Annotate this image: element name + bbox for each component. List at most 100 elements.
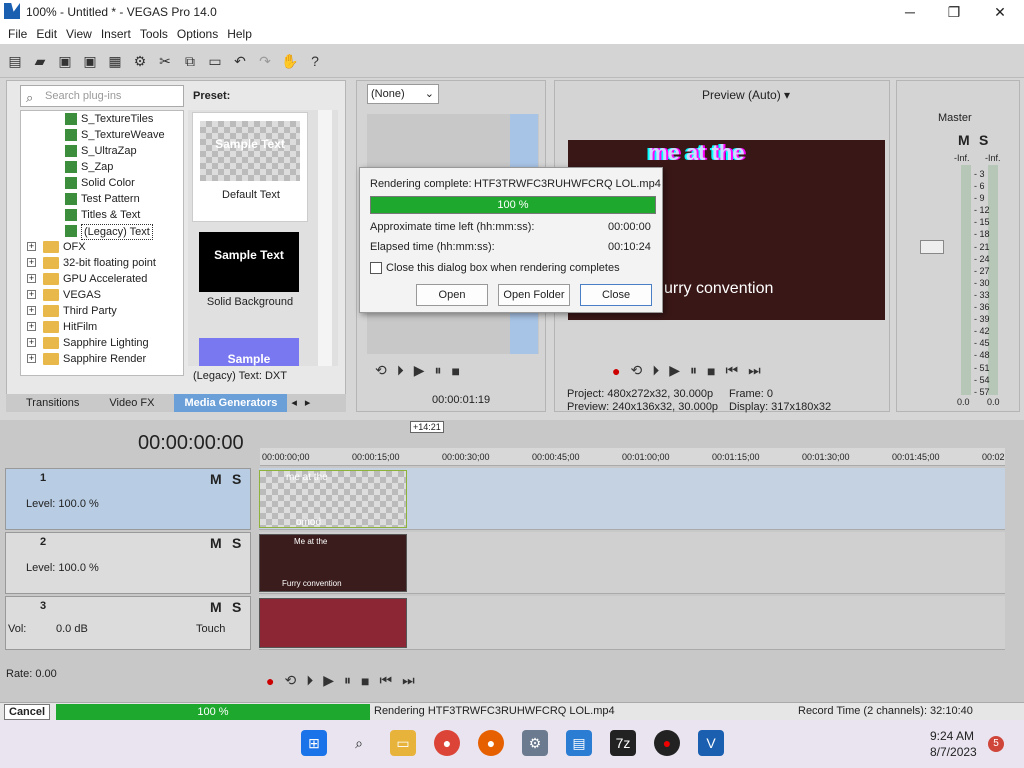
search-icon[interactable]: ⌕	[346, 730, 372, 756]
tab-video-fx[interactable]: Video FX	[99, 394, 164, 412]
plugin-tree-item[interactable]: S_Zap	[21, 159, 183, 175]
pause-icon[interactable]: ⏸	[344, 672, 351, 689]
menu-insert[interactable]: Insert	[101, 24, 131, 44]
preset-scrollbar[interactable]	[318, 110, 332, 366]
master-fader[interactable]	[920, 240, 944, 254]
expand-icon[interactable]: +	[27, 338, 36, 347]
plugin-tree-item[interactable]: S_UltraZap	[21, 143, 183, 159]
stop-icon[interactable]: ■	[452, 363, 460, 379]
record-icon[interactable]: ●	[612, 363, 620, 379]
pause-icon[interactable]: ⏸	[435, 362, 442, 379]
vegas-taskbar-icon[interactable]: V	[698, 730, 724, 756]
master-mute-button[interactable]: M	[958, 132, 970, 148]
render-icon[interactable]: ▦	[106, 52, 124, 70]
cut-icon[interactable]: ✂	[156, 52, 174, 70]
expand-icon[interactable]: +	[27, 258, 36, 267]
track-solo-button[interactable]: S	[232, 535, 241, 551]
play-from-start-icon[interactable]: ⏵	[652, 362, 659, 379]
expand-icon[interactable]: +	[27, 274, 36, 283]
track-mute-button[interactable]: M	[210, 535, 222, 551]
loop-icon[interactable]: ⟲	[284, 672, 296, 689]
loop-icon[interactable]: ⟲	[375, 362, 387, 379]
menu-view[interactable]: View	[66, 24, 92, 44]
plugin-tree-item[interactable]: S_TextureWeave	[21, 127, 183, 143]
automation-touch-dropdown[interactable]: Touch	[196, 623, 225, 635]
tab-scroll-left-icon[interactable]: ◂	[287, 394, 301, 412]
maximize-button[interactable]: ❐	[934, 2, 974, 22]
paste-icon[interactable]: ▭	[206, 52, 224, 70]
plugin-tree-item[interactable]: Test Pattern	[21, 191, 183, 207]
play-from-start-icon[interactable]: ⏵	[397, 362, 404, 379]
plugin-tree-item[interactable]: Titles & Text	[21, 207, 183, 223]
go-to-end-icon[interactable]: ⏭	[402, 672, 415, 689]
expand-icon[interactable]: +	[27, 306, 36, 315]
audio-track-3-header[interactable]: 3 M S Vol: 0.0 dB Touch	[5, 596, 251, 650]
plugin-tree-item[interactable]: (Legacy) Text	[21, 223, 183, 240]
expand-icon[interactable]: +	[27, 242, 36, 251]
help-icon[interactable]: ?	[306, 52, 324, 70]
open-icon[interactable]: ▰	[31, 52, 49, 70]
close-on-complete-checkbox[interactable]	[370, 262, 382, 274]
search-plugins-input[interactable]: ⌕ Search plug-ins	[20, 85, 184, 107]
plugin-tree-item[interactable]: S_TextureTiles	[21, 111, 183, 127]
undo-icon[interactable]: ↶	[231, 52, 249, 70]
menu-help[interactable]: Help	[227, 24, 252, 44]
trimmer-dropdown[interactable]: (None) ⌄	[367, 84, 439, 104]
track-mute-button[interactable]: M	[210, 599, 222, 615]
7zip-icon[interactable]: 7z	[610, 730, 636, 756]
open-button[interactable]: Open	[416, 284, 488, 306]
plugin-tree-item[interactable]: + OFX	[21, 239, 183, 255]
copy-icon[interactable]: ⧉	[181, 52, 199, 70]
menu-file[interactable]: File	[8, 24, 27, 44]
file-explorer-icon[interactable]: ▭	[390, 730, 416, 756]
save-icon[interactable]: ▣	[56, 52, 74, 70]
track-solo-button[interactable]: S	[232, 471, 241, 487]
notepad-icon[interactable]: ▤	[566, 730, 592, 756]
loop-icon[interactable]: ⟲	[630, 362, 642, 379]
firefox-icon[interactable]: ●	[478, 730, 504, 756]
stop-icon[interactable]: ■	[707, 363, 715, 379]
play-from-start-icon[interactable]: ⏵	[306, 672, 313, 689]
expand-icon[interactable]: +	[27, 290, 36, 299]
tab-transitions[interactable]: Transitions	[16, 394, 89, 412]
save-as-icon[interactable]: ▣	[81, 52, 99, 70]
edit-tool-icon[interactable]: ✋	[281, 52, 299, 70]
stop-icon[interactable]: ■	[361, 673, 369, 689]
track-mute-button[interactable]: M	[210, 471, 222, 487]
video-track-1-header[interactable]: 1 M S Level: 100.0 %	[5, 468, 251, 530]
tab-scroll-right-icon[interactable]: ▸	[301, 394, 315, 412]
close-window-button[interactable]: ✕	[980, 2, 1020, 22]
go-to-start-icon[interactable]: ⏮	[725, 362, 738, 379]
pause-icon[interactable]: ⏸	[690, 362, 697, 379]
chrome-icon[interactable]: ●	[434, 730, 460, 756]
menu-edit[interactable]: Edit	[36, 24, 57, 44]
timeline-ruler[interactable]: 00:00:00;00 00:00:15;00 00:00:30;00 00:00:4…	[260, 448, 1005, 466]
obs-record-icon[interactable]: ●	[654, 730, 680, 756]
open-folder-button[interactable]: Open Folder	[498, 284, 570, 306]
video-track-2-header[interactable]: 2 M S Level: 100.0 %	[5, 532, 251, 594]
expand-icon[interactable]: +	[27, 354, 36, 363]
properties-icon[interactable]: ⚙	[131, 52, 149, 70]
settings-icon[interactable]: ⚙	[522, 730, 548, 756]
preset-default-text[interactable]: Sample Text Default Text	[192, 112, 308, 222]
video-clip[interactable]: Me at the Furry convention	[259, 534, 407, 592]
plugin-tree-item[interactable]: + Sapphire Lighting	[21, 335, 183, 351]
preview-quality-dropdown[interactable]: Preview (Auto) ▾	[702, 88, 790, 102]
record-icon[interactable]: ●	[266, 673, 274, 689]
menu-tools[interactable]: Tools	[140, 24, 168, 44]
plugin-tree-item[interactable]: Solid Color	[21, 175, 183, 191]
plugin-tree-item[interactable]: + VEGAS	[21, 287, 183, 303]
plugin-tree-item[interactable]: +32-bit floating point	[21, 255, 183, 271]
video-track-1-lane[interactable]: me at the omod	[259, 468, 1005, 530]
track-solo-button[interactable]: S	[232, 599, 241, 615]
play-icon[interactable]: ▶	[414, 362, 425, 379]
audio-track-3-lane[interactable]	[259, 596, 1005, 650]
play-icon[interactable]: ▶	[669, 362, 680, 379]
minimize-button[interactable]: ─	[890, 2, 930, 22]
cancel-render-button[interactable]: Cancel	[4, 704, 51, 720]
expand-icon[interactable]: +	[27, 322, 36, 331]
preset-solid-background[interactable]: Sample Text Solid Background	[192, 224, 308, 334]
go-to-end-icon[interactable]: ⏭	[748, 362, 761, 379]
new-icon[interactable]: ▤	[6, 52, 24, 70]
redo-icon[interactable]: ↷	[256, 52, 274, 70]
